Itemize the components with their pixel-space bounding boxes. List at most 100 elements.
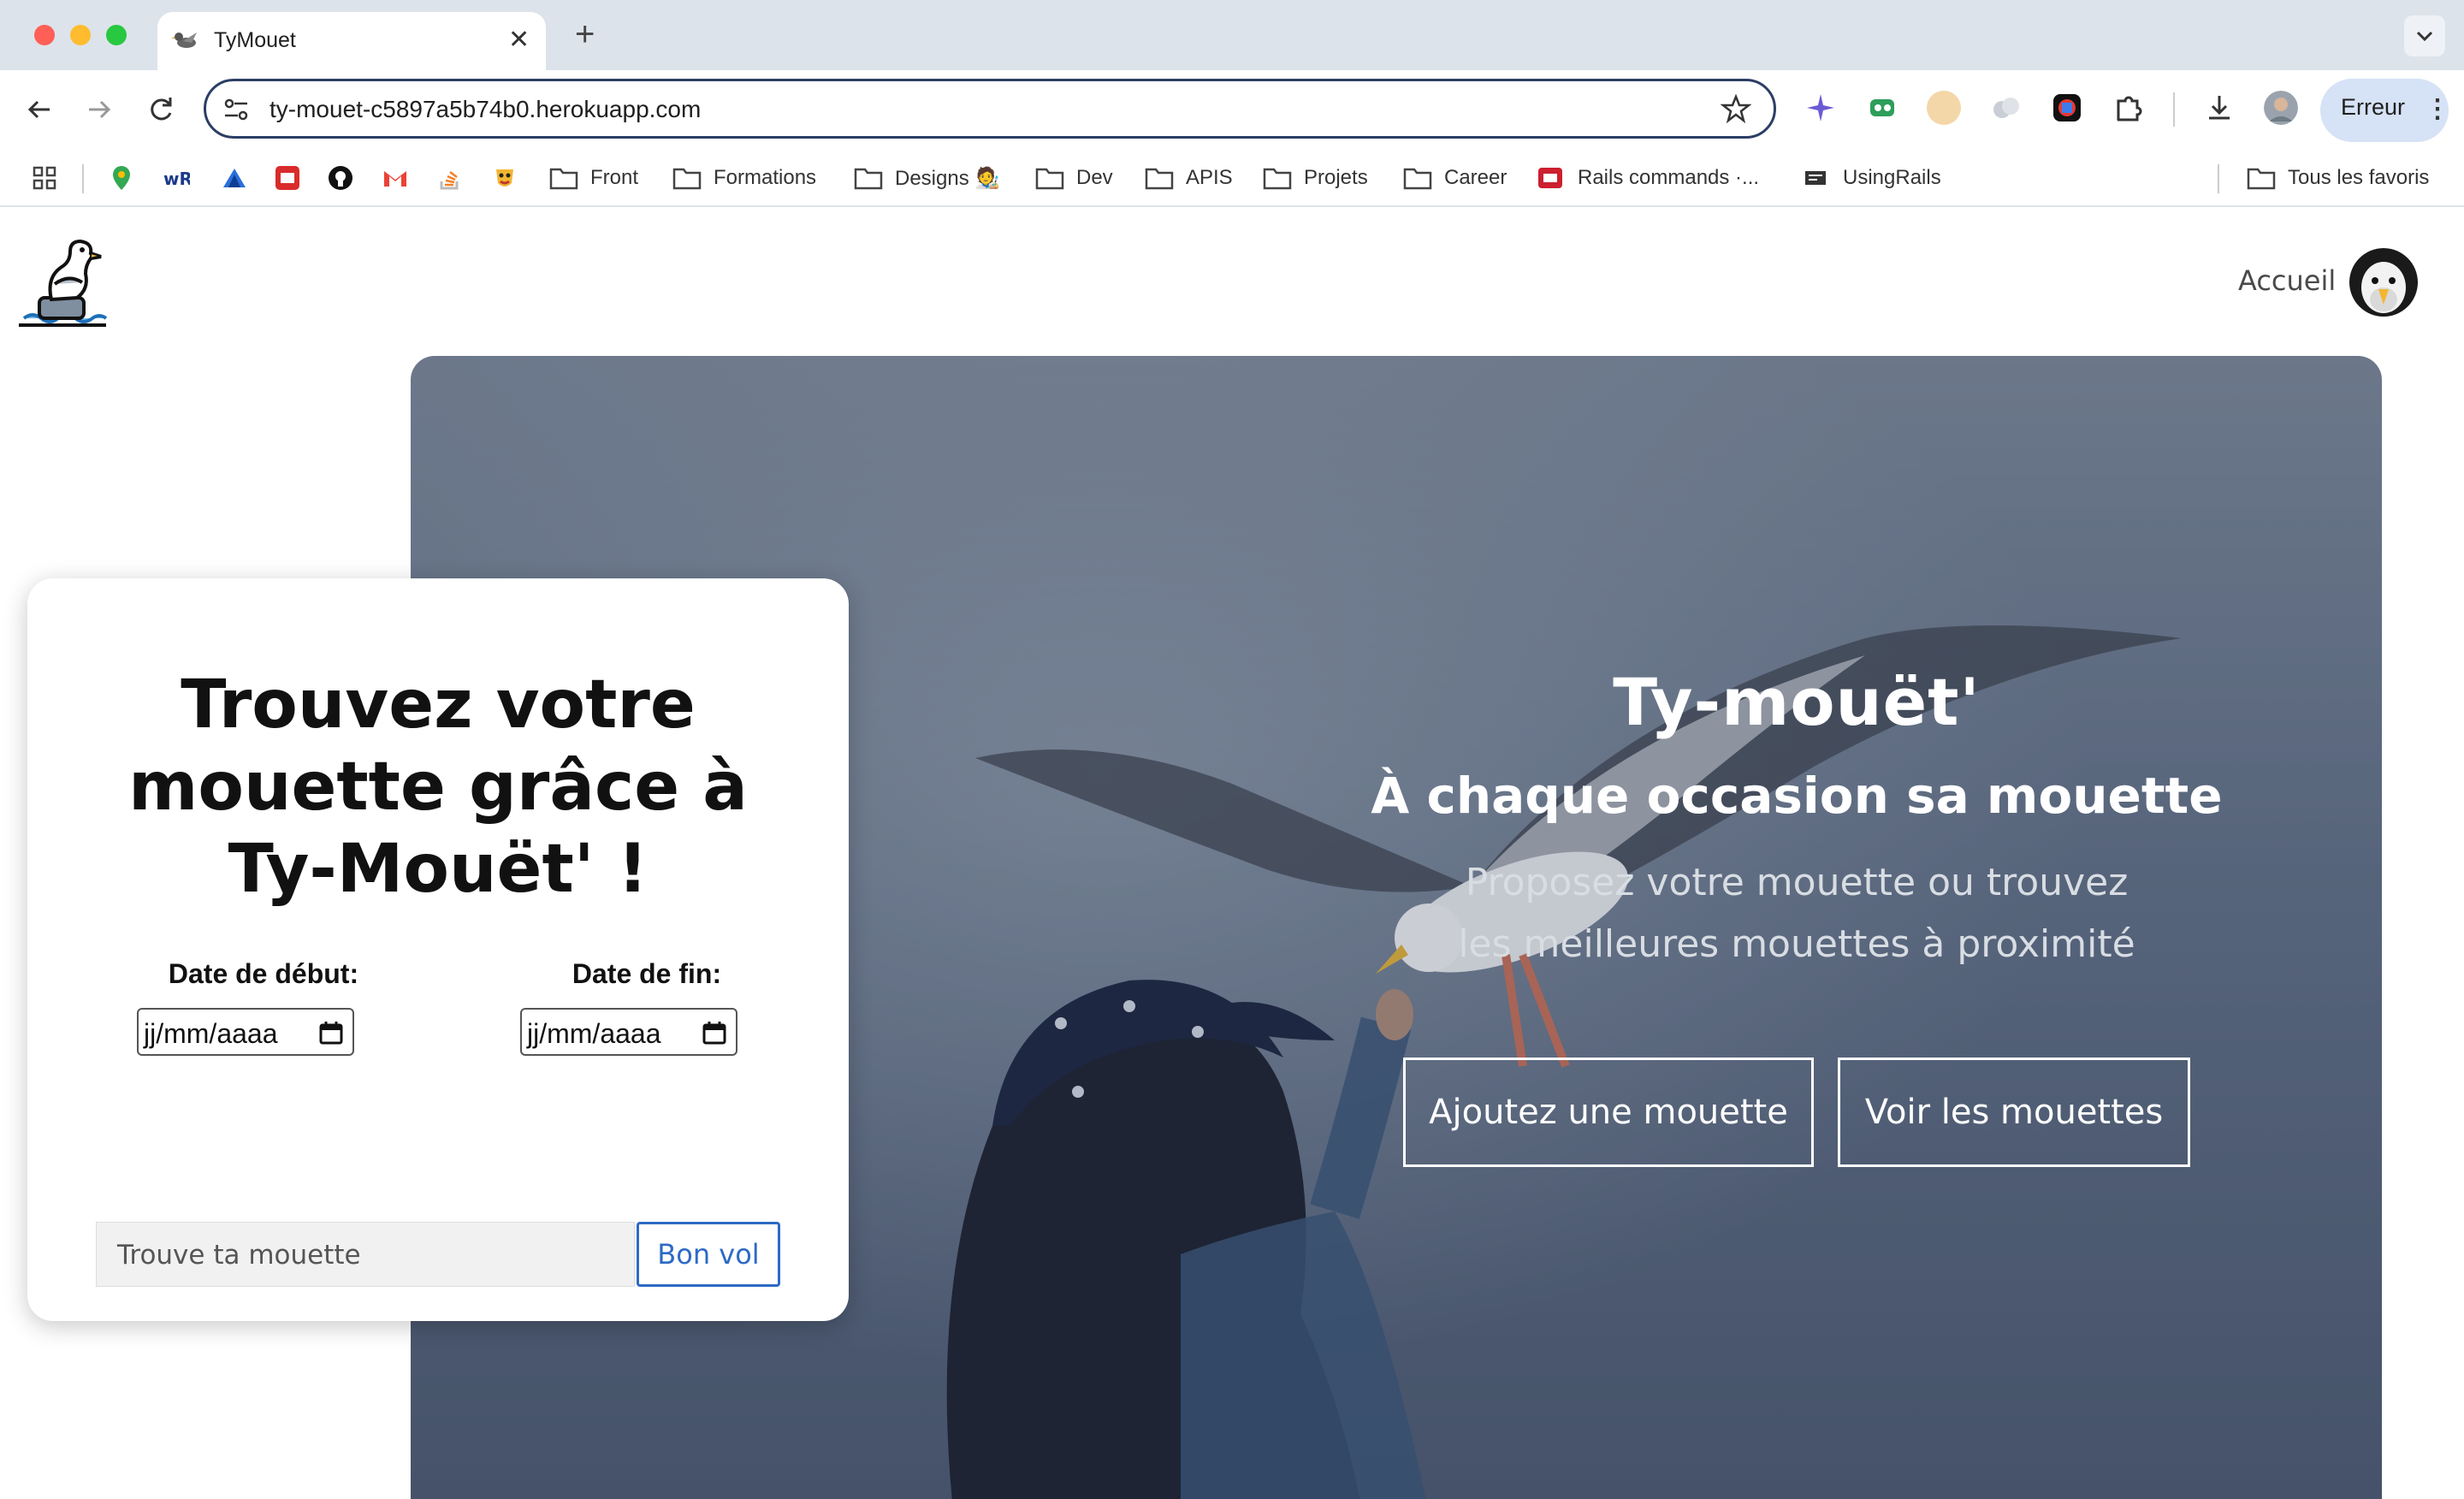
bookmark-folder-dev[interactable]: Dev [1035,161,1113,195]
hero-subtitle: À chaque occasion sa mouette [1371,767,2223,825]
bookmark-label: Front [590,166,639,189]
start-date-value: jj/mm/aaaa [144,1018,278,1049]
forward-arrow-icon[interactable] [82,92,116,127]
folder-icon [672,168,702,190]
profile-error-button[interactable]: Erreur ⋮ [2320,79,2450,142]
seagull-logo[interactable] [17,236,110,330]
extension-green-icon[interactable] [1865,91,1899,125]
bookmarks-divider-right [2218,164,2219,193]
end-date-value: jj/mm/aaaa [527,1018,661,1049]
hero-description-line: Proposez votre mouette ou trouvez [1465,861,2129,904]
start-date-input[interactable]: jj/mm/aaaa [137,1008,354,1056]
calendar-icon[interactable] [318,1020,344,1046]
bookmark-folder-projets[interactable]: Projets [1263,161,1368,195]
triangle-app-icon[interactable] [221,164,248,192]
folder-icon [1035,168,1064,190]
browser-tab[interactable]: TyMouet ✕ [157,12,546,72]
profile-avatar-icon[interactable] [2264,91,2298,125]
hero-title: Ty-mouët' [1613,664,1981,740]
bookmark-star-icon[interactable] [1721,93,1751,124]
mask-app-icon[interactable] [491,164,518,192]
search-input[interactable]: Trouve ta mouette [96,1222,635,1287]
bookmark-label: Career [1444,166,1507,189]
end-date-input[interactable]: jj/mm/aaaa [520,1008,737,1056]
nav-home-link[interactable]: Accueil [2238,264,2336,298]
svg-text:wR: wR [163,169,190,189]
toolbar-divider [2173,92,2175,127]
close-tab-icon[interactable]: ✕ [508,26,530,55]
browser-tab-strip: TyMouet ✕ + [0,0,2464,72]
address-bar[interactable]: ty-mouet-c5897a5b74b0.herokuapp.com [204,79,1776,139]
search-card-title-line: Trouvez votre [181,667,696,744]
usingrails-icon [1805,171,1826,185]
bookmark-folder-front[interactable]: Front [549,161,638,195]
github-icon[interactable] [327,164,354,192]
tab-title: TyMouet [214,28,296,52]
bookmark-usingrails[interactable]: UsingRails [1802,161,1941,195]
search-submit-button[interactable]: Bon vol [637,1222,780,1287]
search-card-title-line: Ty-Mouët' ! [228,831,649,908]
user-avatar[interactable] [2349,248,2418,317]
new-tab-button[interactable]: + [575,17,595,51]
rails-icon [1538,168,1562,188]
extension-sparkle-icon[interactable] [1804,91,1838,125]
chevron-down-icon [2416,31,2433,42]
bookmark-all-favorites[interactable]: Tous les favoris [2247,161,2429,195]
browser-toolbar: ty-mouet-c5897a5b74b0.herokuapp.com Erre… [0,70,2464,151]
site-settings-icon[interactable] [222,95,251,124]
start-date-label: Date de début: [168,958,359,989]
search-card: Trouvez votre mouette grâce à Ty-Mouët' … [27,578,849,1321]
folder-icon [2247,168,2276,190]
hero-description-line: les meilleures mouettes à proximité [1458,922,2135,966]
gmail-icon[interactable] [382,164,409,192]
bookmarks-divider [82,164,84,193]
folder-icon [854,168,883,190]
close-window-button[interactable] [34,25,55,45]
hero-description: Proposez votre mouette ou trouvez les me… [1266,852,2327,975]
kebab-menu-icon[interactable]: ⋮ [2425,94,2450,124]
end-date-label: Date de fin: [572,958,722,989]
bookmark-label: Projets [1304,166,1368,189]
folder-icon [1263,168,1292,190]
web-page: Accueil Ty-mouët' À chaque occasion sa m… [0,207,2464,1499]
seagull-favicon-icon [171,33,197,48]
apps-grid-icon[interactable] [31,164,58,192]
view-seagulls-button[interactable]: Voir les mouettes [1838,1058,2190,1167]
bookmark-label: Tous les favoris [2288,166,2430,189]
download-icon[interactable] [2202,91,2236,125]
folder-icon [1403,168,1432,190]
reload-icon[interactable] [144,92,178,127]
bookmark-label: Designs 🧑‍🎨 [895,166,1001,190]
tab-search-button[interactable] [2404,15,2445,56]
back-arrow-icon[interactable] [22,92,56,127]
bookmark-label: Rails commands ·... [1578,166,1760,189]
bookmark-rails-commands[interactable]: Rails commands ·... [1537,161,1759,195]
bookmark-label: Dev [1076,166,1113,189]
bookmark-label: UsingRails [1843,166,1941,189]
folder-icon [1145,168,1174,190]
bookmark-folder-formations[interactable]: Formations [672,161,816,195]
calendar-icon[interactable] [702,1020,727,1046]
bookmark-folder-designs[interactable]: Designs 🧑‍🎨 [854,161,1000,195]
search-card-title: Trouvez votre mouette grâce à Ty-Mouët' … [79,664,797,910]
red-app-icon[interactable] [274,164,301,192]
extension-cloud-icon[interactable] [1988,91,2023,125]
wr-icon[interactable]: wR [163,164,190,192]
search-card-title-line: mouette grâce à [128,749,748,826]
minimize-window-button[interactable] [70,25,91,45]
maximize-window-button[interactable] [106,25,127,45]
extension-multicolor-icon[interactable] [2050,91,2084,125]
search-input-placeholder: Trouve ta mouette [117,1240,361,1271]
bookmark-folder-career[interactable]: Career [1403,161,1507,195]
bookmarks-bar: wR Front Formations Designs 🧑‍🎨 Dev APIS… [0,151,2464,207]
google-maps-icon[interactable] [108,164,135,192]
stackoverflow-icon[interactable] [436,164,464,192]
bookmark-label: APIS [1186,166,1233,189]
add-seagull-button[interactable]: Ajoutez une mouette [1403,1058,1814,1167]
profile-error-label: Erreur [2341,94,2406,120]
extensions-puzzle-icon[interactable] [2112,91,2146,125]
url-text: ty-mouet-c5897a5b74b0.herokuapp.com [270,96,702,122]
bookmark-folder-apis[interactable]: APIS [1145,161,1233,195]
extension-beige-icon[interactable] [1927,91,1961,125]
bookmark-label: Formations [714,166,817,189]
